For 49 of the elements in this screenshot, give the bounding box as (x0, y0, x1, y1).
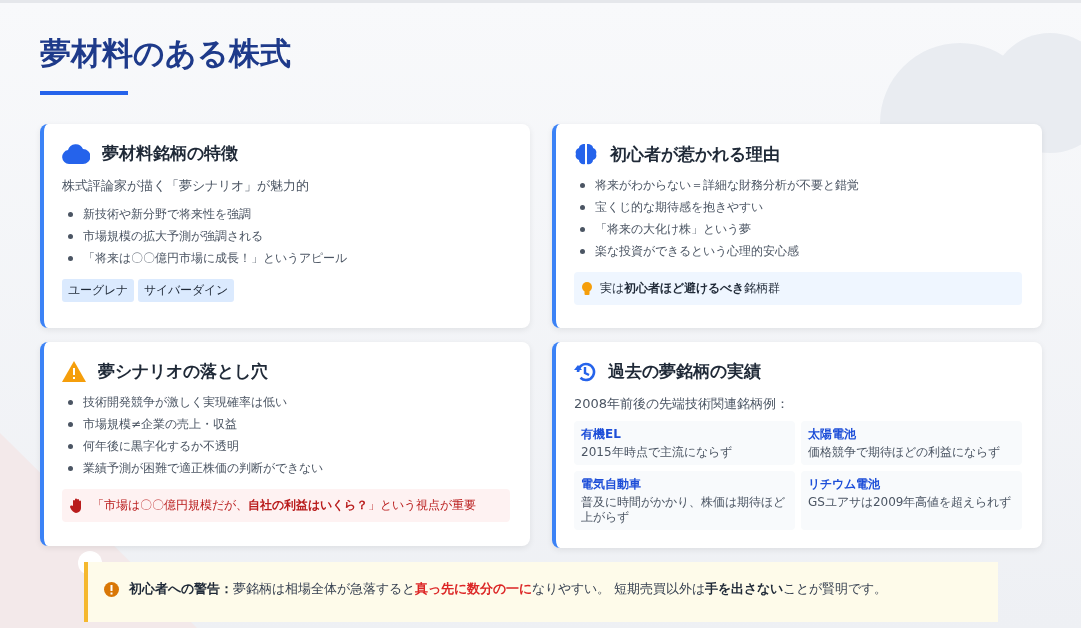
example-desc: 普及に時間がかかり、株価は期待ほど上がらず (581, 495, 786, 525)
example-name: 有機EL (581, 426, 622, 443)
cloud-icon (62, 143, 90, 164)
bullet-text: 楽な投資ができるという心理的安心感 (595, 243, 799, 260)
page-title: 夢材料のある株式 (40, 34, 292, 73)
example-desc: 2015年時点で主流にならず (581, 445, 733, 460)
note-text: 実は初心者ほど避けるべき銘柄群 (600, 280, 780, 297)
bullet-text: 市場規模の拡大予測が強調される (83, 228, 263, 245)
example-desc: 価格競争で期待ほどの利益にならず (808, 445, 1001, 460)
hand-icon (70, 498, 84, 513)
bullet-icon (68, 255, 73, 261)
warning-text: 初心者への警告：夢銘柄は相場全体が急落すると真っ先に数分の一になりやすい。 短期売買以外は手を出さないことが賢明です。 (129, 580, 888, 598)
note-text: 「市場は〇〇億円規模だが、自社の利益はいくら？」という視点が重要 (92, 497, 476, 514)
bullet-text: 業績予測が困難で適正株価の判断ができない (83, 460, 323, 477)
bullet-text: 何年後に黒字化するか不透明 (83, 438, 239, 455)
stock-tag: ユーグレナ (62, 279, 134, 302)
lightbulb-icon (582, 281, 592, 296)
example-name: 電気自動車 (581, 476, 642, 493)
example-name: 太陽電池 (808, 426, 857, 443)
bullet-text: 宝くじ的な期待感を抱きやすい (595, 199, 763, 216)
bullet-icon (68, 443, 73, 449)
bullet-text: 新技術や新分野で将来性を強調 (83, 206, 251, 223)
bullet-icon (68, 233, 73, 239)
bullet-icon (580, 248, 585, 254)
example-desc: GSユアサは2009年高値を超えられず (808, 495, 1013, 510)
card-title: 夢材料銘柄の特徴 (102, 142, 238, 165)
bullet-icon (68, 399, 73, 405)
brain-icon (574, 142, 598, 166)
bullet-text: 「将来は〇〇億円市場に成長！」というアピール (83, 250, 347, 267)
bullet-text: 技術開発競争が激しく実現確率は低い (83, 394, 287, 411)
bullet-icon (68, 465, 73, 471)
card-title: 過去の夢銘柄の実績 (608, 360, 761, 383)
card-title: 初心者が惹かれる理由 (610, 142, 780, 166)
bullet-text: 「将来の大化け株」という夢 (595, 221, 751, 238)
bullet-text: 市場規模≠企業の売上・収益 (83, 416, 238, 433)
bullet-text: 将来がわからない＝詳細な財務分析が不要と錯覚 (595, 177, 859, 194)
warning-icon (62, 361, 86, 382)
card-subtitle: 2008年前後の先端技術関連銘柄例： (574, 395, 791, 413)
card-title: 夢シナリオの落とし穴 (98, 360, 268, 383)
card-subtitle: 株式評論家が描く「夢シナリオ」が魅力的 (62, 177, 310, 195)
alert-icon (104, 581, 119, 597)
example-name: リチウム電池 (808, 476, 881, 493)
bullet-icon (580, 204, 585, 210)
bullet-icon (68, 211, 73, 217)
stock-tag: サイバーダイン (138, 279, 234, 302)
bullet-icon (580, 226, 585, 232)
history-icon (574, 360, 596, 383)
bullet-icon (68, 421, 73, 427)
bullet-icon (580, 182, 585, 188)
